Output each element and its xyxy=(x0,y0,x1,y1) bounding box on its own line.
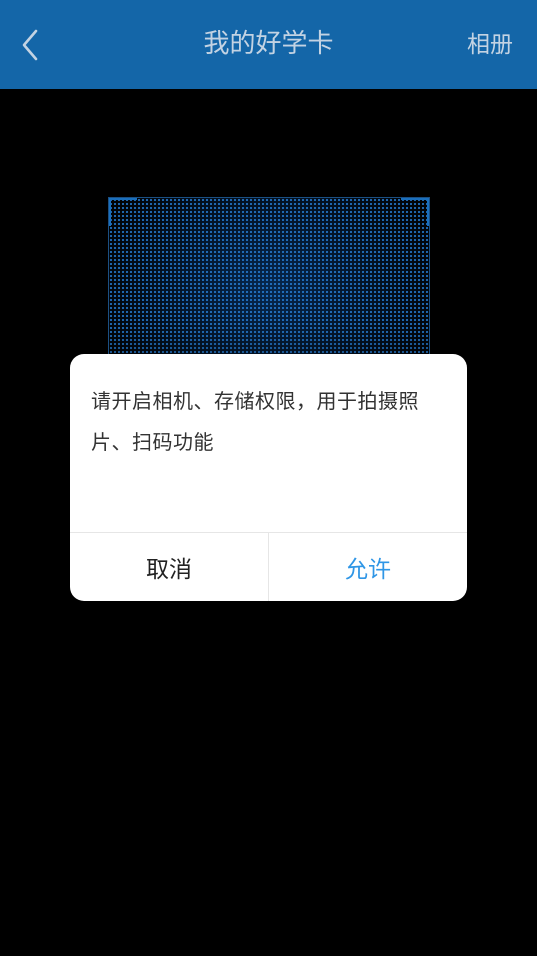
page-title: 我的好学卡 xyxy=(203,29,334,59)
permission-dialog: 请开启相机、存储权限，用于拍摄照片、扫码功能 取消 允许 xyxy=(70,354,467,601)
dialog-message: 请开启相机、存储权限，用于拍摄照片、扫码功能 xyxy=(91,389,419,454)
top-nav-bar: 我的好学卡 相册 xyxy=(0,0,537,89)
album-button[interactable]: 相册 xyxy=(467,29,513,61)
dialog-button-row: 取消 允许 xyxy=(70,532,467,601)
scan-corner-top-right xyxy=(401,198,429,226)
scan-corner-top-left xyxy=(109,198,137,226)
allow-button[interactable]: 允许 xyxy=(269,533,467,601)
cancel-button[interactable]: 取消 xyxy=(70,533,269,601)
